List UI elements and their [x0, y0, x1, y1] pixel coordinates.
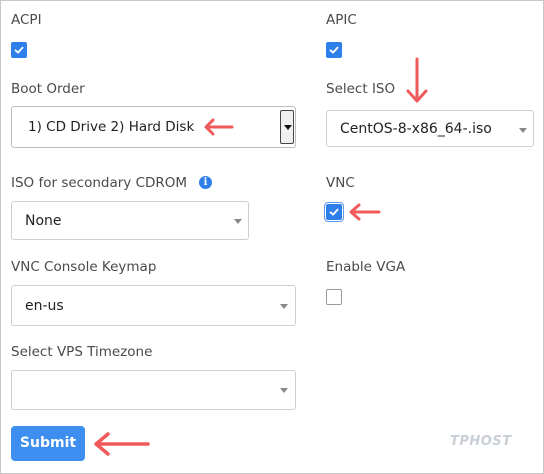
chevron-down-icon	[519, 128, 527, 133]
vps-timezone-select[interactable]	[11, 370, 296, 410]
checkmark-icon	[329, 208, 339, 216]
vnc-checkbox[interactable]	[324, 202, 344, 222]
boot-order-value: 1) CD Drive 2) Hard Disk	[28, 119, 195, 135]
boot-order-label: Boot Order	[11, 81, 85, 97]
chevron-down-icon	[280, 388, 288, 393]
vnc-keymap-label: VNC Console Keymap	[11, 259, 157, 275]
chevron-down-icon	[280, 304, 288, 309]
vnc-label: VNC	[326, 175, 355, 191]
vnc-keymap-select[interactable]: en-us	[11, 285, 296, 326]
vnc-keymap-value: en-us	[25, 298, 64, 314]
boot-order-dropdown-button[interactable]	[280, 110, 294, 144]
annotation-arrow-left-icon	[349, 203, 381, 221]
chevron-down-icon	[234, 219, 242, 224]
watermark-logo: TPHOST	[450, 434, 512, 449]
iso-secondary-value: None	[25, 213, 62, 229]
annotation-arrow-left-icon	[204, 118, 234, 136]
select-iso-dropdown[interactable]: CentOS-8-x86_64-.iso	[326, 110, 534, 147]
enable-vga-label: Enable VGA	[326, 259, 406, 275]
checkmark-icon	[329, 46, 339, 54]
iso-secondary-select[interactable]: None	[11, 201, 249, 240]
submit-button[interactable]: Submit	[11, 426, 85, 461]
triangle-down-icon	[284, 125, 292, 130]
checkmark-icon	[14, 46, 24, 54]
apic-checkbox[interactable]	[326, 42, 342, 58]
apic-label: APIC	[326, 12, 357, 28]
annotation-arrow-down-icon	[406, 57, 428, 103]
acpi-checkbox[interactable]	[11, 42, 27, 58]
annotation-arrow-left-icon	[94, 432, 150, 456]
info-icon[interactable]: i	[199, 176, 212, 189]
boot-order-select[interactable]: 1) CD Drive 2) Hard Disk	[11, 106, 296, 148]
acpi-label: ACPI	[11, 12, 42, 28]
vps-timezone-label: Select VPS Timezone	[11, 344, 153, 360]
enable-vga-checkbox[interactable]	[326, 289, 342, 305]
iso-secondary-label: ISO for secondary CDROM	[11, 175, 188, 191]
select-iso-value: CentOS-8-x86_64-.iso	[340, 121, 492, 137]
select-iso-label: Select ISO	[326, 81, 396, 97]
